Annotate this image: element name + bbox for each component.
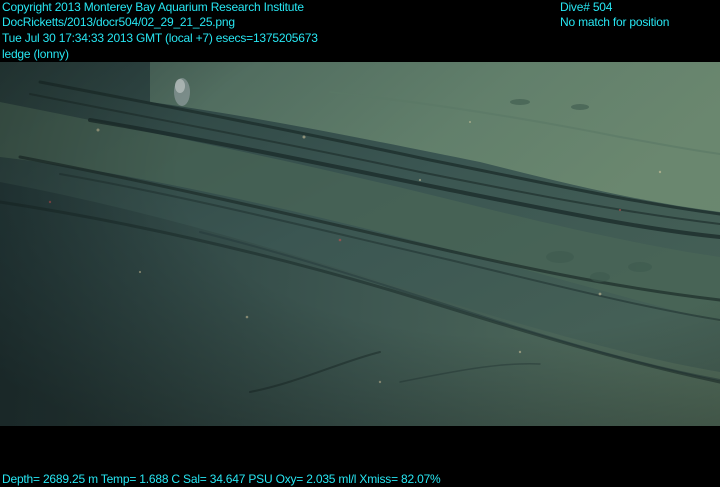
file-path-text: DocRicketts/2013/docr504/02_29_21_25.png (2, 15, 235, 29)
copyright-text: Copyright 2013 Monterey Bay Aquarium Res… (2, 0, 304, 14)
timestamp-text: Tue Jul 30 17:34:33 2013 GMT (local +7) … (2, 31, 318, 45)
underwater-photo (0, 62, 720, 426)
annotation-label: ledge (lonny) (2, 47, 69, 61)
position-status-text: No match for position (560, 15, 670, 29)
dive-number-text: Dive# 504 (560, 0, 613, 14)
telemetry-text: Depth= 2689.25 m Temp= 1.688 C Sal= 34.6… (2, 472, 441, 486)
